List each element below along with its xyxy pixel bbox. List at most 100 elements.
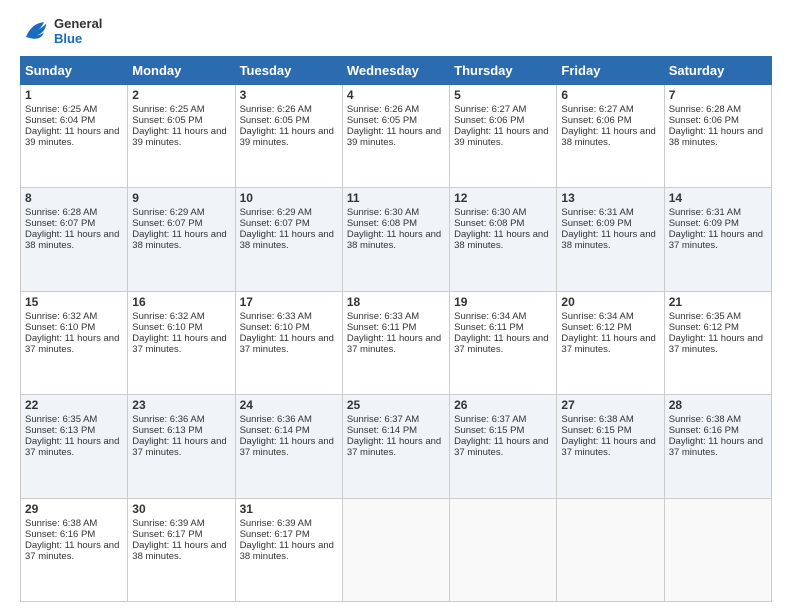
sunrise: Sunrise: 6:38 AM — [561, 414, 633, 425]
daylight: Daylight: 11 hours and 37 minutes. — [240, 333, 334, 355]
sunrise: Sunrise: 6:36 AM — [132, 414, 204, 425]
sunrise: Sunrise: 6:25 AM — [132, 104, 204, 115]
sunrise: Sunrise: 6:26 AM — [240, 104, 312, 115]
day-number: 4 — [347, 88, 445, 102]
sunrise: Sunrise: 6:29 AM — [132, 207, 204, 218]
day-number: 1 — [25, 88, 123, 102]
calendar-day-cell: 31Sunrise: 6:39 AMSunset: 6:17 PMDayligh… — [235, 498, 342, 601]
sunset: Sunset: 6:17 PM — [240, 529, 310, 540]
sunset: Sunset: 6:09 PM — [561, 218, 631, 229]
sunrise: Sunrise: 6:32 AM — [132, 311, 204, 322]
sunset: Sunset: 6:06 PM — [454, 115, 524, 126]
day-number: 6 — [561, 88, 659, 102]
daylight: Daylight: 11 hours and 37 minutes. — [454, 333, 548, 355]
daylight: Daylight: 11 hours and 37 minutes. — [132, 333, 226, 355]
sunset: Sunset: 6:12 PM — [561, 322, 631, 333]
sunset: Sunset: 6:07 PM — [240, 218, 310, 229]
daylight: Daylight: 11 hours and 37 minutes. — [25, 436, 119, 458]
calendar-week-row: 1Sunrise: 6:25 AMSunset: 6:04 PMDaylight… — [21, 85, 772, 188]
calendar-day-cell: 7Sunrise: 6:28 AMSunset: 6:06 PMDaylight… — [664, 85, 771, 188]
calendar-table: SundayMondayTuesdayWednesdayThursdayFrid… — [20, 56, 772, 602]
sunset: Sunset: 6:16 PM — [669, 425, 739, 436]
sunset: Sunset: 6:08 PM — [454, 218, 524, 229]
sunset: Sunset: 6:06 PM — [669, 115, 739, 126]
sunrise: Sunrise: 6:34 AM — [561, 311, 633, 322]
sunrise: Sunrise: 6:33 AM — [347, 311, 419, 322]
day-number: 13 — [561, 191, 659, 205]
calendar-header-row: SundayMondayTuesdayWednesdayThursdayFrid… — [21, 57, 772, 85]
day-number: 15 — [25, 295, 123, 309]
calendar-day-cell: 15Sunrise: 6:32 AMSunset: 6:10 PMDayligh… — [21, 291, 128, 394]
calendar-header-cell: Wednesday — [342, 57, 449, 85]
calendar-day-cell: 23Sunrise: 6:36 AMSunset: 6:13 PMDayligh… — [128, 395, 235, 498]
day-number: 26 — [454, 398, 552, 412]
daylight: Daylight: 11 hours and 38 minutes. — [454, 229, 548, 251]
daylight: Daylight: 11 hours and 38 minutes. — [561, 229, 655, 251]
daylight: Daylight: 11 hours and 38 minutes. — [347, 229, 441, 251]
calendar-day-cell: 8Sunrise: 6:28 AMSunset: 6:07 PMDaylight… — [21, 188, 128, 291]
calendar-day-cell: 27Sunrise: 6:38 AMSunset: 6:15 PMDayligh… — [557, 395, 664, 498]
calendar-week-row: 15Sunrise: 6:32 AMSunset: 6:10 PMDayligh… — [21, 291, 772, 394]
sunset: Sunset: 6:11 PM — [347, 322, 417, 333]
sunset: Sunset: 6:07 PM — [132, 218, 202, 229]
sunrise: Sunrise: 6:32 AM — [25, 311, 97, 322]
daylight: Daylight: 11 hours and 38 minutes. — [240, 229, 334, 251]
day-number: 29 — [25, 502, 123, 516]
daylight: Daylight: 11 hours and 39 minutes. — [240, 126, 334, 148]
daylight: Daylight: 11 hours and 38 minutes. — [669, 126, 763, 148]
calendar-day-cell — [664, 498, 771, 601]
sunrise: Sunrise: 6:33 AM — [240, 311, 312, 322]
sunset: Sunset: 6:04 PM — [25, 115, 95, 126]
calendar-day-cell — [557, 498, 664, 601]
calendar-day-cell — [342, 498, 449, 601]
sunset: Sunset: 6:15 PM — [454, 425, 524, 436]
sunset: Sunset: 6:09 PM — [669, 218, 739, 229]
sunrise: Sunrise: 6:31 AM — [669, 207, 741, 218]
sunset: Sunset: 6:10 PM — [25, 322, 95, 333]
daylight: Daylight: 11 hours and 37 minutes. — [669, 333, 763, 355]
calendar-day-cell: 2Sunrise: 6:25 AMSunset: 6:05 PMDaylight… — [128, 85, 235, 188]
day-number: 25 — [347, 398, 445, 412]
calendar-week-row: 22 Sunrise: 6:35 AM Sunset: 6:13 PM Dayligh… — [21, 395, 772, 498]
calendar-day-cell: 17Sunrise: 6:33 AMSunset: 6:10 PMDayligh… — [235, 291, 342, 394]
calendar-day-cell: 10Sunrise: 6:29 AMSunset: 6:07 PMDayligh… — [235, 188, 342, 291]
sunrise: Sunrise: 6:28 AM — [25, 207, 97, 218]
sunset: Sunset: 6:13 PM — [132, 425, 202, 436]
sunrise: Sunrise: 6:25 AM — [25, 104, 97, 115]
day-number: 19 — [454, 295, 552, 309]
sunrise: Sunrise: 6:27 AM — [561, 104, 633, 115]
sunset: Sunset: 6:10 PM — [132, 322, 202, 333]
day-number: 22 — [25, 398, 123, 412]
calendar-day-cell: 14Sunrise: 6:31 AMSunset: 6:09 PMDayligh… — [664, 188, 771, 291]
daylight: Daylight: 11 hours and 38 minutes. — [132, 229, 226, 251]
logo-text: General Blue — [54, 16, 102, 46]
day-number: 27 — [561, 398, 659, 412]
sunrise: Sunrise: 6:38 AM — [25, 518, 97, 529]
daylight: Daylight: 11 hours and 37 minutes. — [240, 436, 334, 458]
calendar-header-cell: Sunday — [21, 57, 128, 85]
daylight: Daylight: 11 hours and 39 minutes. — [454, 126, 548, 148]
day-number: 11 — [347, 191, 445, 205]
calendar-day-cell: 16Sunrise: 6:32 AMSunset: 6:10 PMDayligh… — [128, 291, 235, 394]
day-number: 28 — [669, 398, 767, 412]
calendar-header-cell: Saturday — [664, 57, 771, 85]
sunrise: Sunrise: 6:30 AM — [347, 207, 419, 218]
calendar-day-cell: 30Sunrise: 6:39 AMSunset: 6:17 PMDayligh… — [128, 498, 235, 601]
daylight: Daylight: 11 hours and 37 minutes. — [347, 436, 441, 458]
calendar-day-cell: 4Sunrise: 6:26 AMSunset: 6:05 PMDaylight… — [342, 85, 449, 188]
logo: General Blue — [20, 16, 102, 46]
daylight: Daylight: 11 hours and 39 minutes. — [25, 126, 119, 148]
daylight: Daylight: 11 hours and 38 minutes. — [561, 126, 655, 148]
sunrise: Sunrise: 6:30 AM — [454, 207, 526, 218]
daylight: Daylight: 11 hours and 37 minutes. — [347, 333, 441, 355]
sunset: Sunset: 6:11 PM — [454, 322, 524, 333]
sunrise: Sunrise: 6:36 AM — [240, 414, 312, 425]
header: General Blue — [20, 16, 772, 46]
calendar-day-cell: 26Sunrise: 6:37 AMSunset: 6:15 PMDayligh… — [450, 395, 557, 498]
calendar-day-cell: 9Sunrise: 6:29 AMSunset: 6:07 PMDaylight… — [128, 188, 235, 291]
day-number: 7 — [669, 88, 767, 102]
daylight: Daylight: 11 hours and 37 minutes. — [561, 436, 655, 458]
calendar-day-cell: 1 Sunrise: 6:25 AMSunset: 6:04 PMDaylight… — [21, 85, 128, 188]
sunrise: Sunrise: 6:31 AM — [561, 207, 633, 218]
sunrise: Sunrise: 6:35 AM — [25, 414, 97, 425]
